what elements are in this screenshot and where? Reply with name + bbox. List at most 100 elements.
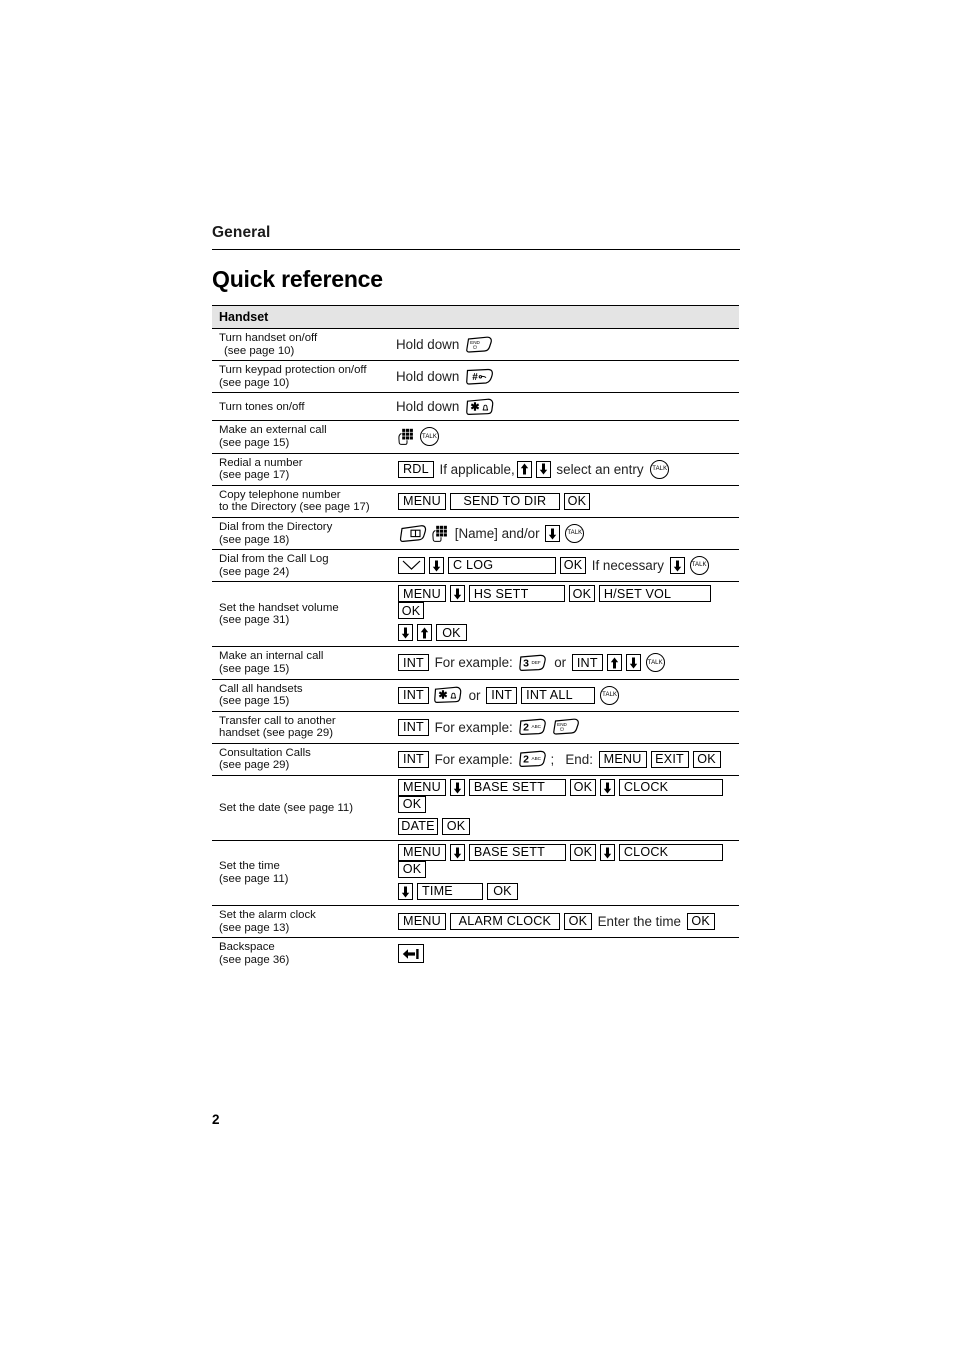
- instruction-text: For example:: [430, 751, 517, 767]
- table-row: Set the handset volume (see page 31) MENU H…: [212, 581, 740, 648]
- softkey-int[interactable]: INT: [398, 718, 429, 736]
- softkey-menu[interactable]: MENU: [398, 779, 446, 797]
- row-actions: MENU HS SETT OK H/SET VOL OK OK: [393, 581, 740, 648]
- softkey-ok[interactable]: OK: [398, 796, 426, 814]
- softkey-exit[interactable]: EXIT: [650, 750, 689, 768]
- arrow-up-icon[interactable]: [417, 624, 432, 642]
- arrow-down-icon[interactable]: [599, 844, 615, 862]
- action-line: INT For example: 3 DEF or INT TALK: [396, 652, 737, 673]
- talk-key-icon[interactable]: TALK: [689, 556, 709, 576]
- arrow-down-icon[interactable]: [398, 883, 413, 901]
- softkey-int[interactable]: INT: [398, 750, 429, 768]
- softkey-ok[interactable]: OK: [398, 602, 424, 620]
- row-actions: C LOG OK If necessary TALK: [393, 549, 740, 583]
- softkey-ok[interactable]: OK: [692, 750, 721, 768]
- row-label-line-1: Call all handsets: [219, 682, 303, 695]
- softkey-ok[interactable]: OK: [442, 818, 470, 836]
- arrow-down-icon[interactable]: [669, 557, 685, 575]
- arrow-down-icon[interactable]: [535, 460, 551, 478]
- softkey-alarm-clock[interactable]: ALARM CLOCK: [449, 913, 560, 931]
- row-label-line-2: (see page 17): [219, 469, 290, 482]
- softkey-base-sett[interactable]: BASE SETT: [468, 844, 566, 862]
- arrow-down-icon[interactable]: [449, 844, 465, 862]
- talk-key-icon[interactable]: TALK: [645, 653, 665, 673]
- softkey-menu[interactable]: MENU: [598, 750, 647, 768]
- softkey-menu[interactable]: MENU: [398, 913, 446, 931]
- arrow-down-icon[interactable]: [545, 525, 561, 543]
- softkey-ok[interactable]: OK: [398, 861, 426, 879]
- arrow-down-icon[interactable]: [599, 779, 615, 797]
- row-label-line-1: Set the time: [219, 860, 280, 873]
- action-line: Hold down ✱: [396, 396, 737, 417]
- svg-text:✱: ✱: [470, 401, 479, 413]
- instruction-text: If applicable,: [435, 461, 515, 477]
- softkey-int-all[interactable]: INT ALL: [521, 686, 596, 704]
- section-label: General: [212, 224, 271, 241]
- softkey-h-set-vol[interactable]: H/SET VOL: [598, 585, 711, 603]
- svg-text:ABC: ABC: [532, 724, 542, 729]
- svg-text:DEF: DEF: [532, 660, 541, 665]
- softkey-ok[interactable]: OK: [563, 913, 592, 931]
- softkey-ok[interactable]: OK: [686, 913, 715, 931]
- header-rule: [212, 249, 740, 250]
- softkey-hs-sett[interactable]: HS SETT: [468, 585, 565, 603]
- table-row: Turn keypad protection on/off (see page 1…: [212, 360, 740, 394]
- softkey-int[interactable]: INT: [571, 654, 603, 672]
- arrow-up-icon[interactable]: [606, 654, 622, 672]
- quick-reference-table: Handset Turn handset on/off (see page 10)…: [212, 305, 740, 969]
- row-label-line-1: Set the date (see page 11): [219, 801, 354, 814]
- backspace-icon[interactable]: [398, 944, 424, 964]
- keypad-icon: [398, 428, 413, 446]
- table-group-header: Handset: [212, 305, 740, 329]
- softkey-int[interactable]: INT: [398, 654, 429, 672]
- talk-key-icon[interactable]: TALK: [600, 685, 620, 705]
- row-label: Turn tones on/off: [212, 392, 393, 422]
- softkey-ok[interactable]: OK: [560, 557, 586, 575]
- softkey-menu[interactable]: MENU: [398, 844, 446, 862]
- softkey-clock[interactable]: CLOCK: [618, 844, 723, 862]
- table-row: Transfer call to another handset (see pag…: [212, 711, 740, 744]
- softkey-ok[interactable]: OK: [569, 844, 596, 862]
- softkey-ok[interactable]: OK: [487, 883, 518, 901]
- softkey-int[interactable]: INT: [486, 686, 518, 704]
- row-label-line-1: Dial from the Call Log: [219, 553, 329, 566]
- arrow-up-icon[interactable]: [516, 460, 532, 478]
- softkey-c-log[interactable]: C LOG: [448, 557, 556, 575]
- talk-key-icon[interactable]: TALK: [650, 459, 670, 479]
- softkey-base-sett[interactable]: BASE SETT: [468, 779, 566, 797]
- svg-text:3: 3: [524, 657, 530, 669]
- softkey-ok[interactable]: OK: [569, 779, 596, 797]
- envelope-icon[interactable]: [398, 557, 425, 575]
- softkey-menu[interactable]: MENU: [398, 492, 446, 510]
- softkey-int[interactable]: INT: [398, 686, 429, 704]
- arrow-down-icon[interactable]: [398, 624, 413, 642]
- softkey-ok[interactable]: OK: [568, 585, 595, 603]
- row-label-line-2: (see page 11): [219, 873, 289, 886]
- row-actions: INT For example: 2 ABC; End: MENU EXIT OK: [393, 743, 740, 777]
- table-row: Set the alarm clock (see page 13) MENU ALAR…: [212, 905, 740, 939]
- arrow-down-icon[interactable]: [449, 585, 465, 603]
- softkey-clock[interactable]: CLOCK: [618, 779, 723, 797]
- talk-key-icon[interactable]: TALK: [565, 524, 585, 544]
- arrow-down-icon[interactable]: [429, 557, 444, 575]
- svg-text:⏻: ⏻: [561, 727, 565, 733]
- star-key-icon: ✱: [466, 398, 494, 416]
- arrow-down-icon[interactable]: [449, 779, 465, 797]
- arrow-down-icon[interactable]: [625, 654, 641, 672]
- softkey-time[interactable]: TIME: [417, 883, 483, 901]
- row-label-line-2: (see page 10): [219, 376, 290, 389]
- softkey-menu[interactable]: MENU: [398, 585, 446, 603]
- instruction-text: or: [464, 687, 485, 703]
- row-label-line-1: Backspace: [219, 941, 275, 954]
- instruction-text: For example:: [430, 719, 517, 735]
- talk-key-icon[interactable]: TALK: [420, 427, 439, 447]
- softkey-ok[interactable]: OK: [563, 492, 590, 510]
- action-line: INT ✱ or INT INT ALL TALK: [396, 685, 737, 706]
- action-line: MENU BASE SETT OK CLOCK OK: [396, 779, 737, 814]
- row-actions: INT ✱ or INT INT ALL TALK: [393, 679, 740, 712]
- softkey-rdl[interactable]: RDL: [398, 460, 434, 478]
- softkey-send-to-dir[interactable]: SEND TO DIR: [449, 492, 560, 510]
- row-label-line-1: Set the handset volume: [219, 601, 339, 614]
- softkey-date[interactable]: DATE: [398, 818, 438, 836]
- softkey-ok[interactable]: OK: [436, 624, 467, 642]
